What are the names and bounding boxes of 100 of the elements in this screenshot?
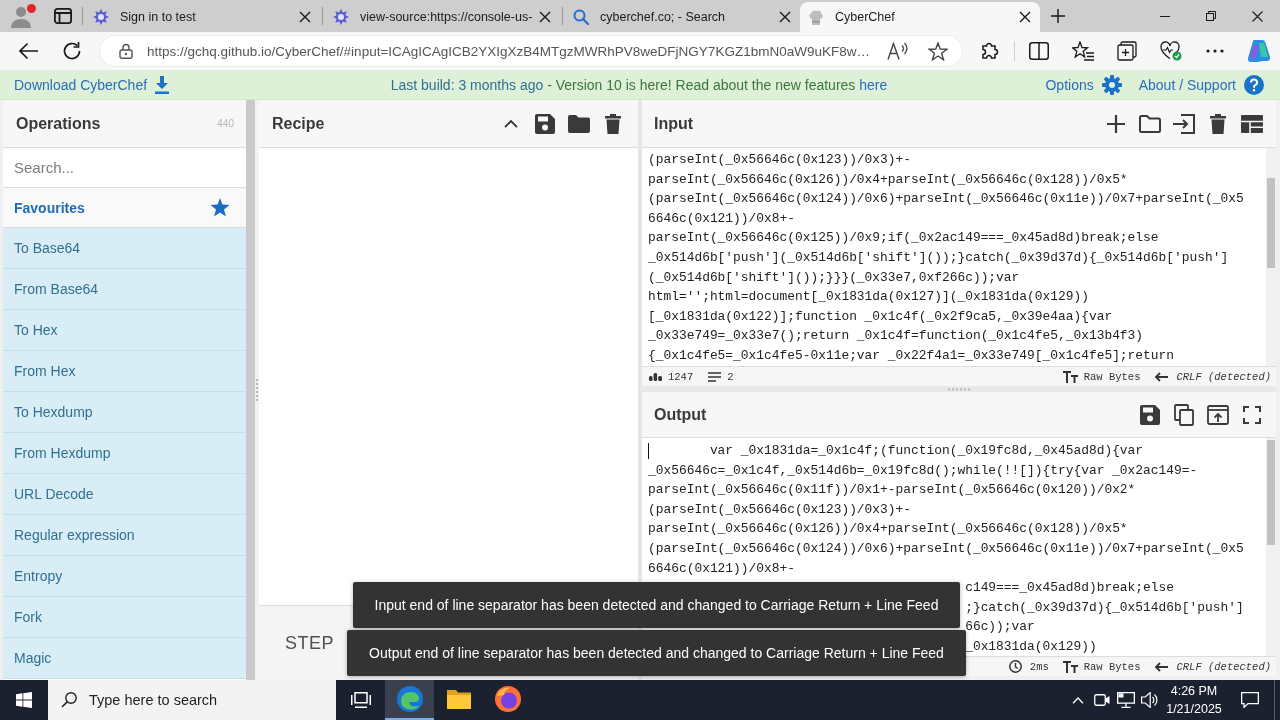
notification-icon[interactable]	[1241, 692, 1259, 708]
taskbar-search-field[interactable]: Type here to search	[48, 680, 336, 720]
line-ending-selector[interactable]: CRLF (detected)	[1176, 660, 1271, 673]
back-icon[interactable]	[18, 42, 38, 60]
refresh-icon[interactable]	[62, 41, 82, 61]
address-bar[interactable]: https://gchq.github.io/CyberChef/#input=ICAgICAgICB2YXIgXzB4MTgzMWRhPV8weDFjNGY7KGZ1bmN0aW9uKF8w…	[100, 36, 962, 66]
fox-browser-icon	[494, 686, 521, 712]
options-link[interactable]: Options	[1045, 74, 1122, 95]
star-icon[interactable]	[928, 41, 948, 61]
clock-date[interactable]: 1/21/2025	[1166, 700, 1222, 718]
operation-item[interactable]: Magic	[3, 638, 246, 679]
trash-icon[interactable]	[605, 113, 621, 134]
help-icon	[1244, 74, 1264, 95]
close-icon[interactable]	[1019, 11, 1031, 23]
chevron-up-icon[interactable]	[504, 119, 518, 128]
scrollbar-thumb[interactable]	[1267, 440, 1275, 545]
heart-pulse-icon[interactable]	[1160, 41, 1182, 61]
encoding-selector[interactable]: Raw Bytes	[1083, 660, 1141, 673]
code-line: (_0x514d6b['shift']());}}}(_0x33e7,0xf266c));var	[648, 268, 1020, 287]
volume-icon[interactable]	[1141, 692, 1159, 708]
operation-item[interactable]: From Base64	[3, 269, 246, 310]
monitor-icon[interactable]	[1117, 692, 1135, 708]
step-button[interactable]: STEP	[281, 628, 338, 658]
more-icon[interactable]	[1206, 49, 1224, 53]
lock-icon[interactable]	[119, 43, 133, 59]
code-line: parseInt(_0x56646c(0x125))/0x9;if(_0x2ac149===_0x45ad8d)break;else	[648, 229, 1159, 248]
notification-toast: Input end of line separator has been detected and changed to Carriage Return + Line Feed	[352, 582, 961, 628]
about-link[interactable]: About / Support	[1138, 74, 1264, 95]
fullscreen-icon[interactable]	[1243, 405, 1261, 424]
folder-icon[interactable]	[568, 114, 590, 133]
arrow-left-icon[interactable]	[1154, 661, 1169, 672]
scrollbar-thumb[interactable]	[1267, 178, 1275, 268]
operation-item[interactable]: URL Decode	[3, 474, 246, 515]
operation-item[interactable]: To Base64	[3, 228, 246, 269]
download-link[interactable]: Download CyberChef	[14, 75, 170, 94]
code-line: _0x514d6b['push'](_0x514d6b['shift']());}catch(_0x39d37d){_0x514d6b['push']	[648, 248, 1229, 267]
layout-icon[interactable]	[1241, 114, 1263, 133]
copy-icon[interactable]	[1174, 403, 1194, 426]
font-size-icon[interactable]	[1062, 660, 1078, 673]
import-icon[interactable]	[1173, 113, 1195, 134]
collections-icon[interactable]	[1117, 41, 1137, 61]
operation-item[interactable]: Regular expression	[3, 515, 246, 556]
panel-title: Recipe	[272, 114, 325, 133]
code-line: 6646c(0x121))/0x8+-	[648, 209, 795, 228]
profile-icon[interactable]	[9, 4, 36, 28]
browser-tab[interactable]: cyberchef.co; - Search	[565, 2, 800, 32]
minimize-icon[interactable]	[1160, 15, 1170, 17]
arrow-left-icon[interactable]	[1154, 371, 1169, 382]
line-ending-selector[interactable]: CRLF (detected)	[1176, 370, 1271, 383]
read-aloud-icon[interactable]	[887, 42, 909, 60]
save-icon[interactable]	[1140, 404, 1160, 425]
favourites-category[interactable]: Favourites	[3, 188, 246, 228]
save-icon[interactable]	[535, 113, 555, 134]
start-icon[interactable]	[16, 692, 32, 708]
close-icon[interactable]	[779, 11, 791, 23]
split-screen-icon[interactable]	[1029, 42, 1049, 60]
code-line: parseInt(_0x56646c(0x126))/0x4+parseInt(_0x56646c(0x128))/0x5*	[648, 520, 1128, 539]
operation-item[interactable]: Fork	[3, 597, 246, 638]
scrollbar[interactable]	[1266, 148, 1276, 366]
code-line: var _0x1831da=_0x1c4f;(function(_0x19fc8d,_0x45ad8d){var	[709, 442, 1144, 460]
encoding-selector[interactable]: Raw Bytes	[1083, 370, 1141, 383]
task-view-icon[interactable]	[350, 692, 371, 708]
puzzle-icon[interactable]	[980, 41, 1000, 61]
settings-icon	[1101, 74, 1122, 95]
grip-icon[interactable]	[948, 387, 970, 391]
features-link[interactable]: here	[859, 76, 888, 93]
lines-icon	[708, 371, 722, 382]
font-size-icon[interactable]	[1062, 370, 1078, 383]
operation-item[interactable]: From Hexdump	[3, 433, 246, 474]
code-line: 66c));var	[965, 618, 1035, 637]
code-line: [_0x1831da(0x122)];function _0x1c4f(_0x2f9ca5,_0x39e4aa){var	[648, 307, 1113, 326]
panel-title: Output	[654, 405, 707, 424]
operation-item[interactable]: From Hex	[3, 351, 246, 392]
close-icon[interactable]	[539, 11, 551, 23]
trash-icon[interactable]	[1210, 113, 1226, 134]
export-icon[interactable]	[1207, 404, 1229, 425]
code-line: html='';html=document[_0x1831da(0x127)](_0x1831da(0x129))	[648, 288, 1089, 307]
close-icon[interactable]	[1251, 10, 1263, 22]
line-count: 2	[727, 370, 734, 383]
browser-tab[interactable]: view-source:https://console-us-	[325, 2, 560, 32]
logo-icon[interactable]	[1247, 39, 1271, 63]
close-icon[interactable]	[299, 11, 311, 23]
browser-tab[interactable]: Sign in to test	[85, 2, 320, 32]
chef-hat-icon	[808, 9, 824, 25]
code-line: ;}catch(_0x39d37d){_0x514d6b['push']	[965, 598, 1244, 617]
camera-icon[interactable]	[1094, 694, 1110, 706]
tab-actions-icon[interactable]	[54, 8, 72, 24]
restore-icon[interactable]	[1206, 11, 1216, 21]
operation-item[interactable]: Entropy	[3, 556, 246, 597]
bake-duration: 2ms	[1029, 660, 1049, 673]
operation-item[interactable]: To Hex	[3, 310, 246, 351]
plus-icon[interactable]	[1107, 114, 1125, 133]
clock-time[interactable]: 4:26 PM	[1170, 682, 1218, 700]
plus-icon[interactable]	[1050, 9, 1065, 23]
taskbar-button[interactable]	[385, 680, 434, 720]
folder-icon[interactable]	[1139, 114, 1161, 133]
favorites-icon[interactable]	[1072, 41, 1094, 61]
browser-tab[interactable]: CyberChef	[800, 2, 1040, 32]
scrollbar[interactable]	[1266, 438, 1276, 656]
operation-item[interactable]: To Hexdump	[3, 392, 246, 433]
